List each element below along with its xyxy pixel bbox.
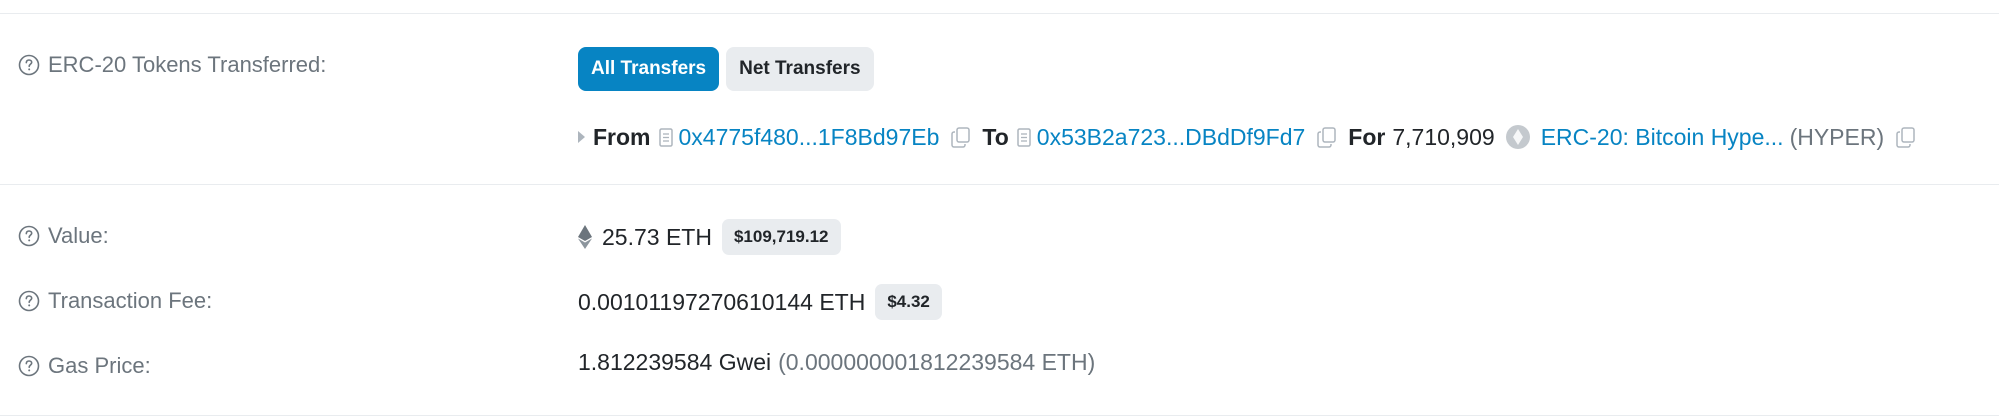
value-amount: 25.73 ETH (602, 223, 712, 250)
question-circle-icon[interactable] (18, 225, 40, 247)
contract-document-icon (658, 127, 673, 147)
tokens-transferred-label-text: ERC-20 Tokens Transferred: (48, 52, 327, 77)
token-logo-icon (1505, 125, 1530, 149)
transfer-amount: 7,710,909 (1392, 123, 1495, 150)
transfer-tabs: All Transfers Net Transfers (578, 47, 874, 91)
ethereum-icon (578, 225, 592, 249)
gas-price-gwei: 1.812239584 Gwei (578, 349, 772, 375)
gas-price-label: Gas Price: (18, 353, 151, 379)
from-label: From (593, 123, 651, 150)
transaction-fee-label: Transaction Fee: (18, 288, 212, 314)
copy-icon[interactable] (951, 126, 971, 148)
value-usd-badge: $109,719.12 (721, 219, 841, 255)
transaction-fee-amount: 0.00101197270610144 ETH (578, 288, 866, 315)
transaction-fee-usd-badge: $4.32 (875, 284, 942, 320)
token-name-link[interactable]: ERC-20: Bitcoin Hype... (1541, 124, 1784, 151)
section-divider (0, 184, 1999, 185)
question-circle-icon[interactable] (18, 54, 40, 76)
value-label: Value: (18, 223, 109, 249)
question-circle-icon[interactable] (18, 355, 40, 377)
gas-price-content: 1.812239584 Gwei (0.000000001812239584 E… (578, 349, 1095, 376)
gas-price-eth: (0.000000001812239584 ETH) (778, 349, 1096, 375)
to-address-link[interactable]: 0x53B2a723...DBdDf9Fd7 (1037, 124, 1306, 151)
bottom-divider (0, 415, 1999, 416)
tab-net-transfers[interactable]: Net Transfers (726, 47, 874, 91)
token-transfer-row: From 0x4775f480...1F8Bd97Eb To 0x53B2a72… (578, 119, 1927, 155)
transaction-fee-label-text: Transaction Fee: (48, 288, 213, 313)
transaction-fee-content: 0.00101197270610144 ETH $4.32 (578, 284, 942, 320)
value-label-text: Value: (48, 223, 109, 248)
copy-icon[interactable] (1317, 126, 1337, 148)
tab-all-transfers[interactable]: All Transfers (578, 47, 720, 91)
value-content: 25.73 ETH $109,719.12 (578, 219, 841, 255)
to-label: To (982, 123, 1009, 150)
gas-price-label-text: Gas Price: (48, 353, 151, 378)
from-address-link[interactable]: 0x4775f480...1F8Bd97Eb (679, 124, 940, 151)
token-symbol: (HYPER) (1789, 123, 1885, 150)
top-divider (0, 13, 1999, 14)
for-label: For (1348, 123, 1386, 150)
contract-document-icon (1017, 127, 1031, 147)
tokens-transferred-label: ERC-20 Tokens Transferred: (18, 52, 326, 78)
copy-icon[interactable] (1896, 126, 1915, 148)
question-circle-icon[interactable] (18, 290, 40, 312)
expand-caret-icon[interactable] (578, 131, 585, 143)
